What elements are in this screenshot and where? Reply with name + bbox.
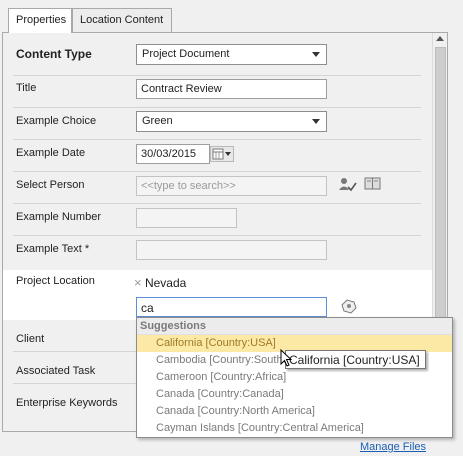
example-text-input[interactable] bbox=[136, 240, 327, 260]
example-date-input[interactable]: 30/03/2015 bbox=[136, 144, 210, 164]
example-date-label: Example Date bbox=[16, 147, 86, 159]
example-choice-value: Green bbox=[142, 115, 173, 127]
content-type-select[interactable]: Project Document bbox=[136, 44, 327, 65]
select-person-input[interactable]: <<type to search>> bbox=[136, 176, 327, 196]
calendar-button[interactable] bbox=[210, 146, 234, 162]
mouse-cursor-icon bbox=[280, 349, 292, 367]
suggestion-item[interactable]: Canada [Country:Canada] bbox=[137, 386, 452, 403]
enterprise-keywords-label: Enterprise Keywords bbox=[16, 397, 118, 409]
row-divider bbox=[13, 235, 421, 236]
suggestion-item[interactable]: Cameroon [Country:Africa] bbox=[137, 369, 452, 386]
row-divider bbox=[13, 139, 421, 140]
chevron-down-icon bbox=[312, 52, 320, 57]
project-location-value: ca bbox=[141, 301, 154, 315]
example-number-label: Example Number bbox=[16, 211, 101, 223]
suggestion-tooltip: California [Country:USA] bbox=[285, 350, 426, 369]
title-input[interactable]: Contract Review bbox=[136, 79, 327, 99]
suggestion-item[interactable]: Cayman Islands [Country:Central America] bbox=[137, 420, 452, 437]
suggestions-header: Suggestions bbox=[137, 318, 452, 335]
project-location-label: Project Location bbox=[16, 275, 95, 287]
content-type-value: Project Document bbox=[142, 48, 230, 60]
address-book-icon[interactable] bbox=[364, 177, 382, 191]
taxonomy-browse-icon[interactable] bbox=[339, 297, 359, 315]
chevron-down-icon bbox=[312, 119, 320, 124]
client-label: Client bbox=[16, 333, 45, 345]
suggestion-item[interactable]: Canada [Country:North America] bbox=[137, 403, 452, 420]
row-divider bbox=[13, 203, 421, 204]
row-divider bbox=[13, 75, 421, 76]
row-divider bbox=[13, 171, 421, 172]
example-choice-label: Example Choice bbox=[16, 115, 97, 127]
title-label: Title bbox=[16, 82, 37, 94]
title-value: Contract Review bbox=[141, 83, 222, 95]
content-type-label: Content Type bbox=[16, 47, 92, 61]
calendar-icon bbox=[212, 148, 231, 160]
location-tag-label: Nevada bbox=[144, 276, 187, 290]
remove-tag-icon[interactable]: × bbox=[134, 275, 142, 290]
location-tag: × Nevada bbox=[134, 275, 186, 290]
select-person-placeholder: <<type to search>> bbox=[141, 180, 236, 192]
tab-location-content[interactable]: Location Content bbox=[72, 8, 172, 32]
associated-task-label: Associated Task bbox=[16, 365, 96, 377]
scroll-up-icon[interactable] bbox=[436, 36, 444, 41]
check-names-icon[interactable] bbox=[338, 176, 358, 194]
example-date-value: 30/03/2015 bbox=[141, 148, 197, 160]
select-person-label: Select Person bbox=[16, 179, 85, 191]
manage-files-link[interactable]: Manage Files bbox=[360, 441, 426, 453]
example-choice-select[interactable]: Green bbox=[136, 111, 327, 132]
suggestions-dropdown: Suggestions California [Country:USA] Cam… bbox=[136, 317, 453, 438]
row-divider bbox=[13, 107, 421, 108]
project-location-input[interactable]: ca bbox=[136, 297, 327, 317]
example-number-input[interactable] bbox=[136, 208, 237, 228]
tab-properties[interactable]: Properties bbox=[8, 8, 72, 33]
example-text-label: Example Text * bbox=[16, 243, 90, 255]
